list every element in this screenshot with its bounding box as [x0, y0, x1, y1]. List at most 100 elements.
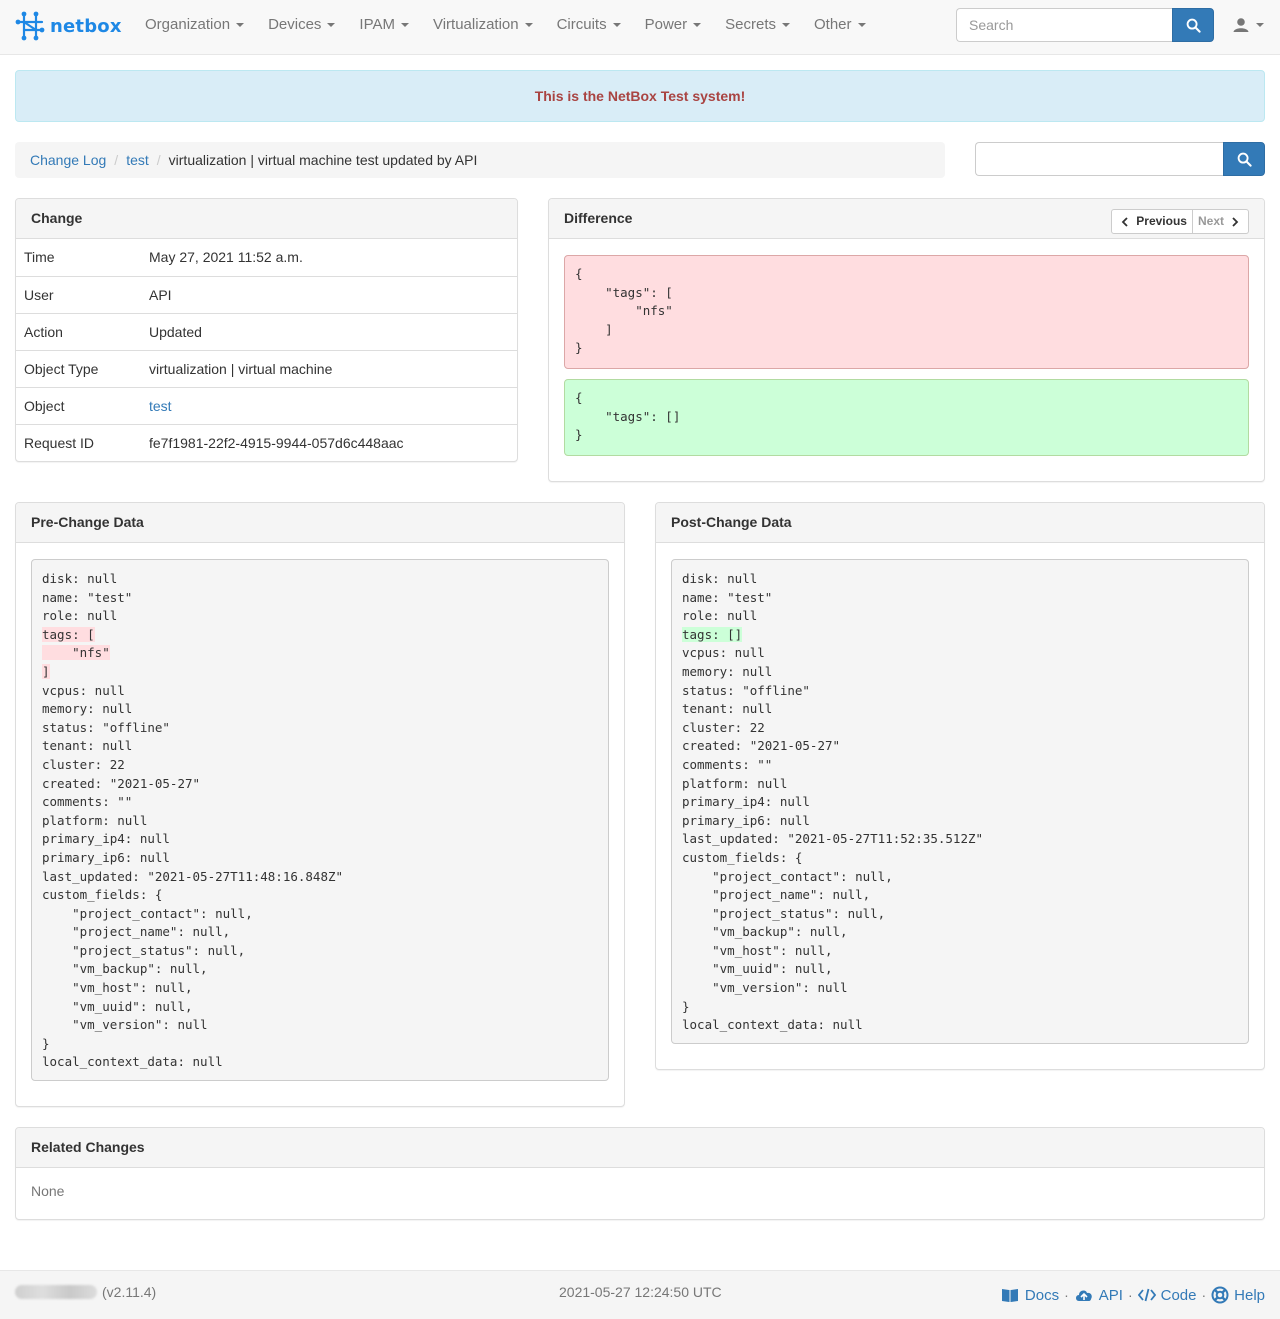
- pre-change-code-block: disk: null name: "test" role: null tags:…: [31, 559, 609, 1081]
- diff-removed-text: { "tags": [ "nfs" ] }: [575, 266, 673, 356]
- redacted-hostname: [15, 1285, 97, 1299]
- global-search-input[interactable]: [956, 8, 1172, 42]
- menu-circuits[interactable]: Circuits: [545, 0, 633, 50]
- object-link[interactable]: test: [149, 398, 172, 414]
- footer-host-version: (v2.11.4): [15, 1284, 156, 1300]
- pre-change-unchanged-top: disk: null name: "test" role: null: [42, 571, 133, 624]
- menu-label: Devices: [268, 16, 322, 33]
- breadcrumb: Change Log / test / virtualization | vir…: [15, 142, 945, 178]
- menu-label: Other: [814, 16, 852, 33]
- attr-label: Object: [16, 386, 141, 424]
- table-row: Object Type virtualization | virtual mac…: [16, 349, 517, 387]
- footer-timestamp: 2021-05-27 12:24:50 UTC: [559, 1284, 722, 1300]
- version-text: (v2.11.4): [102, 1284, 157, 1300]
- attr-label: Action: [16, 312, 141, 350]
- diff-added-text: { "tags": [] }: [575, 390, 681, 443]
- table-row: Request ID fe7f1981-22f2-4915-9944-057d6…: [16, 423, 517, 461]
- book-icon: [1001, 1289, 1018, 1302]
- user-icon: [1233, 18, 1249, 32]
- changelog-search: [975, 142, 1265, 176]
- breadcrumb-change-log[interactable]: Change Log: [30, 152, 106, 168]
- attr-value: virtualization | virtual machine: [141, 349, 517, 387]
- change-panel: Change Time May 27, 2021 11:52 a.m. User…: [15, 198, 518, 462]
- lifebuoy-icon: [1211, 1286, 1229, 1304]
- menu-label: IPAM: [359, 16, 395, 33]
- chevron-right-icon: [1232, 216, 1239, 227]
- diff-added-block: { "tags": [] }: [564, 379, 1249, 456]
- post-change-unchanged-top: disk: null name: "test" role: null: [682, 571, 773, 624]
- post-change-data: disk: null name: "test" role: null tags:…: [682, 570, 1238, 1035]
- docs-link[interactable]: Docs: [1001, 1287, 1059, 1304]
- netbox-logo-icon: [15, 10, 45, 42]
- main-menu: Organization Devices IPAM Virtualization…: [133, 0, 878, 50]
- caret-down-icon: [1256, 23, 1264, 27]
- attr-label: User: [16, 275, 141, 313]
- caret-down-icon: [400, 23, 409, 27]
- api-link[interactable]: API: [1074, 1287, 1123, 1304]
- caret-down-icon: [782, 23, 790, 27]
- changelog-search-button[interactable]: [1223, 142, 1265, 176]
- difference-panel-header: Difference Previous Next: [549, 199, 1264, 239]
- breadcrumb-object[interactable]: test: [126, 152, 149, 168]
- page-footer: (v2.11.4) 2021-05-27 12:24:50 UTC Docs ·…: [0, 1270, 1280, 1319]
- previous-label: Previous: [1136, 214, 1187, 228]
- post-change-panel-title: Post-Change Data: [656, 503, 1264, 543]
- attr-value: API: [141, 275, 517, 313]
- table-row: Time May 27, 2021 11:52 a.m.: [16, 239, 517, 276]
- previous-button[interactable]: Previous: [1111, 209, 1193, 234]
- menu-label: Secrets: [725, 16, 776, 33]
- menu-power[interactable]: Power: [633, 0, 714, 50]
- attr-label: Time: [24, 249, 55, 266]
- post-change-added-lines: tags: []: [682, 626, 743, 642]
- code-link[interactable]: Code: [1137, 1286, 1197, 1304]
- chevron-left-icon: [1122, 216, 1128, 227]
- menu-ipam[interactable]: IPAM: [347, 0, 421, 50]
- help-link[interactable]: Help: [1211, 1286, 1265, 1304]
- pre-change-data: disk: null name: "test" role: null tags:…: [42, 570, 598, 1072]
- related-changes-panel: Related Changes None: [15, 1127, 1265, 1220]
- breadcrumb-separator: /: [114, 152, 119, 168]
- changelog-search-input[interactable]: [975, 142, 1223, 176]
- table-row: User API: [16, 275, 517, 313]
- menu-virtualization[interactable]: Virtualization: [421, 0, 545, 50]
- change-panel-title: Change: [16, 199, 517, 239]
- menu-label: Power: [644, 16, 688, 33]
- caret-down-icon: [236, 23, 245, 27]
- separator-dot: ·: [1064, 1287, 1069, 1303]
- search-icon: [1186, 18, 1201, 33]
- user-menu[interactable]: [1232, 17, 1264, 33]
- menu-other[interactable]: Other: [802, 0, 878, 50]
- attr-value: Updated: [141, 312, 517, 350]
- related-changes-title: Related Changes: [16, 1128, 1264, 1168]
- menu-label: Organization: [145, 16, 231, 33]
- separator-dot: ·: [1127, 1287, 1133, 1303]
- separator-dot: ·: [1201, 1287, 1207, 1303]
- caret-down-icon: [612, 23, 621, 27]
- change-attributes-table: Time May 27, 2021 11:52 a.m. User API Ac…: [16, 239, 517, 461]
- menu-devices[interactable]: Devices: [256, 0, 347, 50]
- attr-value-cell: test: [141, 386, 517, 424]
- help-label: Help: [1234, 1286, 1265, 1304]
- difference-panel: Difference Previous Next { "tags": [ "nf…: [548, 198, 1265, 482]
- menu-secrets[interactable]: Secrets: [713, 0, 802, 50]
- caret-down-icon: [327, 23, 336, 27]
- attr-value: May 27, 2021 11:52 a.m.: [149, 249, 303, 266]
- pre-change-panel: Pre-Change Data disk: null name: "test" …: [15, 502, 625, 1107]
- brand-link[interactable]: netbox: [15, 10, 122, 42]
- post-change-code-block: disk: null name: "test" role: null tags:…: [671, 559, 1249, 1044]
- global-search-button[interactable]: [1172, 8, 1214, 42]
- system-banner: This is the NetBox Test system!: [15, 70, 1265, 122]
- menu-label: Virtualization: [432, 16, 519, 33]
- code-icon: [1137, 1288, 1156, 1302]
- table-row: Action Updated: [16, 312, 517, 350]
- code-label: Code: [1160, 1286, 1197, 1304]
- global-search: [956, 8, 1214, 42]
- breadcrumb-current: virtualization | virtual machine test up…: [168, 152, 478, 168]
- next-button[interactable]: Next: [1192, 209, 1249, 234]
- caret-down-icon: [857, 23, 866, 27]
- menu-organization[interactable]: Organization: [133, 0, 256, 50]
- diff-pager: Previous Next: [1111, 209, 1249, 234]
- diff-removed-block: { "tags": [ "nfs" ] }: [564, 255, 1249, 369]
- api-label: API: [1098, 1286, 1123, 1304]
- brand-name: netbox: [50, 15, 122, 37]
